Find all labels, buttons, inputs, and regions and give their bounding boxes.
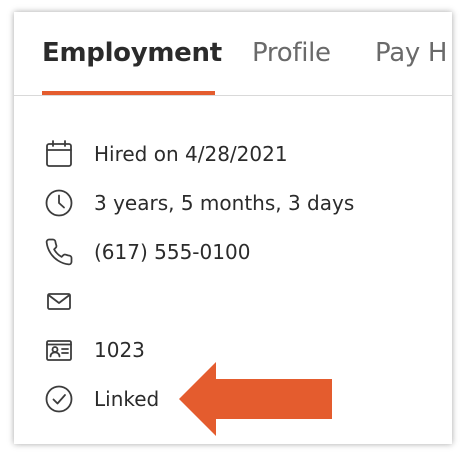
tab-bar: Employment Profile Pay H <box>14 12 452 96</box>
phone-row: (617) 555-0100 <box>42 235 250 269</box>
employee-id-text: 1023 <box>94 338 145 362</box>
employee-detail-card: Employment Profile Pay H Hired on 4/28/2… <box>14 12 452 444</box>
envelope-icon <box>42 284 76 318</box>
hire-date-row: Hired on 4/28/2021 <box>42 137 288 171</box>
tab-profile[interactable]: Profile <box>252 38 331 68</box>
link-status-row: Linked <box>42 382 159 416</box>
id-card-icon <box>42 333 76 367</box>
clock-icon <box>42 186 76 220</box>
phone-text[interactable]: (617) 555-0100 <box>94 240 250 264</box>
hire-date-text: Hired on 4/28/2021 <box>94 142 288 166</box>
check-circle-icon <box>42 382 76 416</box>
calendar-icon <box>42 137 76 171</box>
email-row <box>42 284 94 318</box>
employee-id-row: 1023 <box>42 333 145 367</box>
tenure-text: 3 years, 5 months, 3 days <box>94 191 355 215</box>
link-status-text: Linked <box>94 387 160 411</box>
tab-pay-history[interactable]: Pay H <box>375 38 447 68</box>
tenure-row: 3 years, 5 months, 3 days <box>42 186 354 220</box>
active-tab-indicator <box>42 91 215 95</box>
phone-icon <box>42 235 76 269</box>
tab-employment[interactable]: Employment <box>42 38 222 68</box>
arrow-left-icon <box>179 362 332 436</box>
